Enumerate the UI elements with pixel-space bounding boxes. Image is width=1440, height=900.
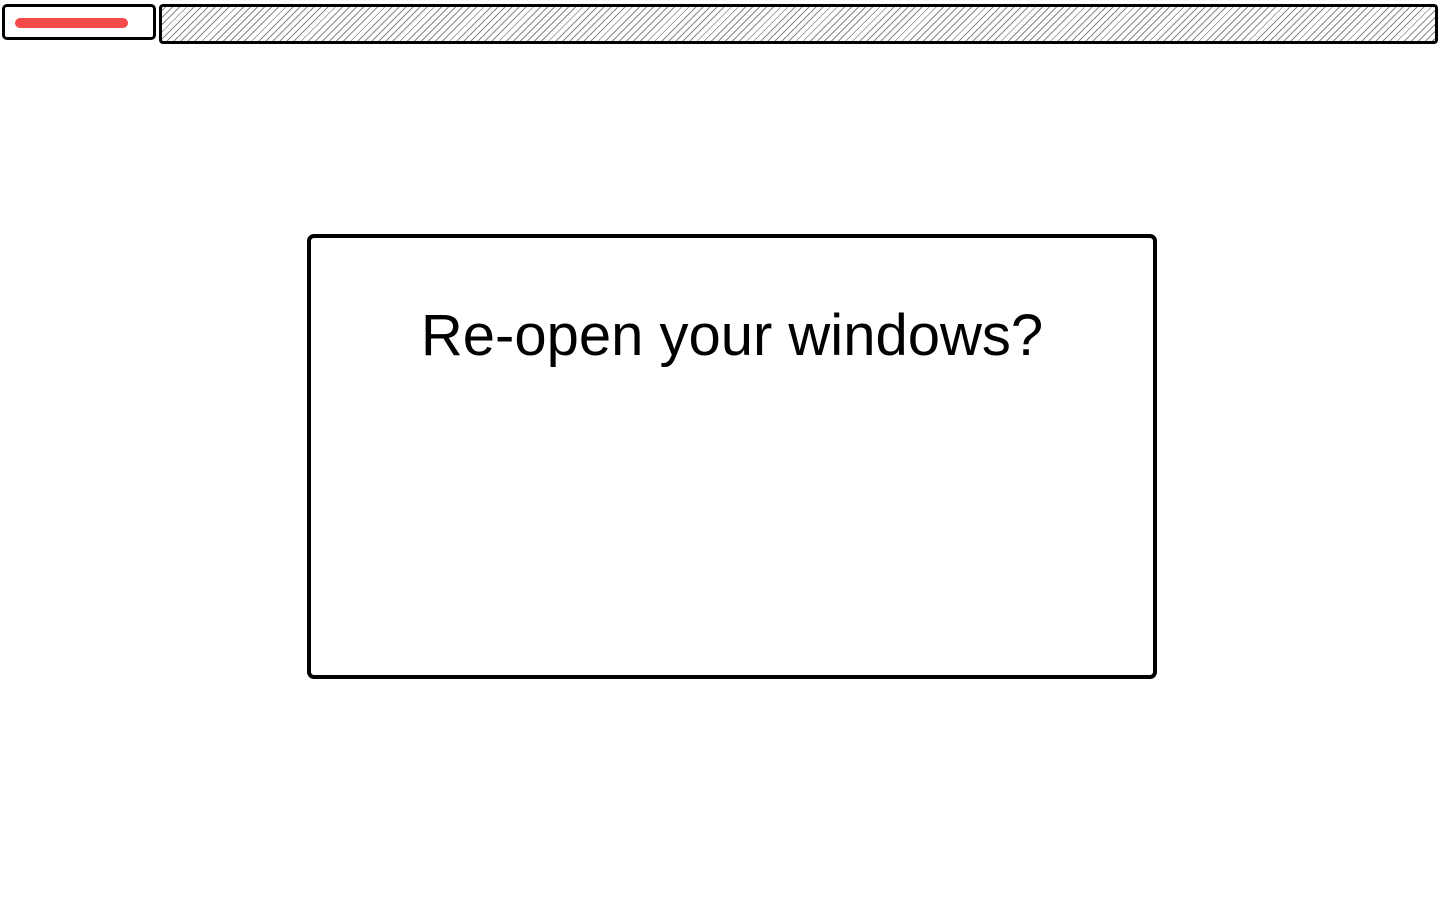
- progress-fill: [15, 18, 128, 28]
- hatched-placeholder-bar: [159, 4, 1438, 44]
- progress-bar: [2, 4, 156, 40]
- reopen-windows-dialog: Re-open your windows?: [307, 234, 1157, 679]
- top-bar: [0, 2, 1440, 44]
- dialog-title: Re-open your windows?: [420, 303, 1044, 368]
